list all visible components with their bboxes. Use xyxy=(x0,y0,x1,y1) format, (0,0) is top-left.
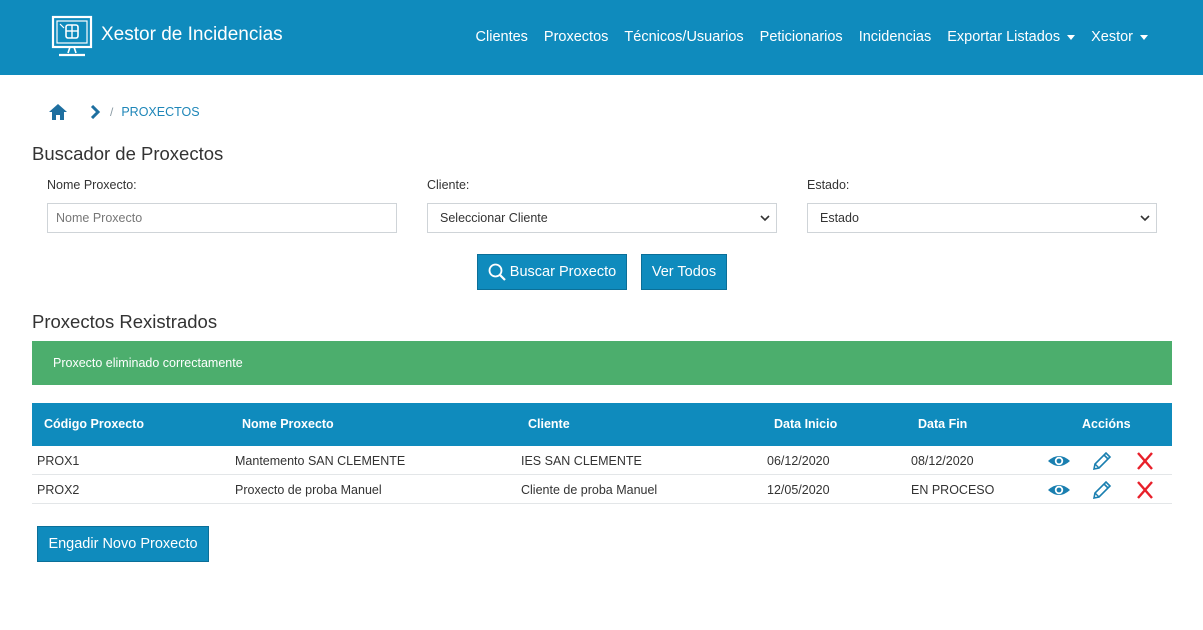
add-project-button[interactable]: Engadir Novo Proxecto xyxy=(37,526,209,562)
name-label: Nome Proxecto: xyxy=(47,178,137,192)
chevron-right-icon xyxy=(90,105,101,119)
pencil-icon[interactable] xyxy=(1090,451,1114,471)
cell-name: Proxecto de proba Manuel xyxy=(235,483,382,497)
column-header: Nome Proxecto xyxy=(242,417,334,431)
cell-start: 12/05/2020 xyxy=(767,483,830,497)
close-icon[interactable] xyxy=(1133,480,1157,500)
search-title: Buscador de Proxectos xyxy=(32,143,224,164)
chevron-down-icon xyxy=(760,215,770,222)
home-icon[interactable] xyxy=(48,103,68,121)
nav-item-clientes[interactable]: Clientes xyxy=(476,29,528,45)
projects-title: Proxectos Rexistrados xyxy=(32,311,218,332)
search-project-button[interactable]: Buscar Proxecto xyxy=(477,254,627,290)
monitor-logo-icon xyxy=(51,15,93,57)
client-label: Cliente: xyxy=(427,178,470,192)
projects-table: Código Proxecto Nome Proxecto Cliente Da… xyxy=(32,403,1172,504)
state-select[interactable]: Estado xyxy=(807,203,1157,233)
cell-client: Cliente de proba Manuel xyxy=(521,483,658,497)
cell-name: Mantemento SAN CLEMENTE xyxy=(235,454,406,468)
search-button-label: Buscar Proxecto xyxy=(509,264,617,280)
top-navbar: Xestor de Incidencias Clientes Proxectos… xyxy=(0,0,1203,75)
cell-start: 06/12/2020 xyxy=(767,454,830,468)
state-label: Estado: xyxy=(807,178,850,192)
table-row: PROX1 Mantemento SAN CLEMENTE IES SAN CL… xyxy=(32,446,1172,475)
cell-code: PROX2 xyxy=(37,483,80,497)
nav-dropdown-xestor[interactable]: Xestor xyxy=(1091,29,1148,45)
project-name-input[interactable] xyxy=(47,203,397,233)
state-select-value: Estado xyxy=(820,211,859,225)
view-all-button[interactable]: Ver Todos xyxy=(641,254,727,290)
table-row: PROX2 Proxecto de proba Manuel Cliente d… xyxy=(32,475,1172,504)
brand[interactable]: Xestor de Incidencias xyxy=(51,15,283,59)
caret-down-icon xyxy=(1140,34,1148,40)
column-header: Cliente xyxy=(528,417,570,431)
breadcrumb-separator: / xyxy=(110,105,114,119)
nav-item-proxectos[interactable]: Proxectos xyxy=(544,29,608,45)
app-title: Xestor de Incidencias xyxy=(101,23,283,45)
nav-dropdown-exportar-listados[interactable]: Exportar Listados xyxy=(947,29,1076,45)
breadcrumb: / PROXECTOS xyxy=(48,103,200,121)
table-header: Código Proxecto Nome Proxecto Cliente Da… xyxy=(32,403,1172,446)
breadcrumb-current: PROXECTOS xyxy=(121,105,200,119)
eye-icon[interactable] xyxy=(1047,480,1071,500)
eye-icon[interactable] xyxy=(1047,451,1071,471)
nav-item-incidencias[interactable]: Incidencias xyxy=(859,29,932,45)
chevron-down-icon xyxy=(1140,215,1150,222)
client-select-value: Seleccionar Cliente xyxy=(440,211,548,225)
column-header: Código Proxecto xyxy=(44,417,145,431)
nav-item-tecnicos-usuarios[interactable]: Técnicos/Usuarios xyxy=(624,29,743,45)
cell-end: EN PROCESO xyxy=(911,483,995,497)
column-header: Data Fin xyxy=(918,417,968,431)
cell-code: PROX1 xyxy=(37,454,80,468)
pencil-icon[interactable] xyxy=(1090,480,1114,500)
cell-client: IES SAN CLEMENTE xyxy=(521,454,642,468)
main-nav: Clientes Proxectos Técnicos/Usuarios Pet… xyxy=(460,29,1148,45)
nav-item-label: Xestor xyxy=(1091,29,1133,45)
nav-item-label: Exportar Listados xyxy=(947,29,1061,45)
close-icon[interactable] xyxy=(1133,451,1157,471)
column-header: Accións xyxy=(1082,417,1131,431)
caret-down-icon xyxy=(1067,34,1076,40)
client-select[interactable]: Seleccionar Cliente xyxy=(427,203,777,233)
cell-end: 08/12/2020 xyxy=(911,454,974,468)
success-alert: Proxecto eliminado correctamente xyxy=(32,341,1172,385)
column-header: Data Inicio xyxy=(774,417,838,431)
search-icon xyxy=(488,263,506,281)
nav-item-peticionarios[interactable]: Peticionarios xyxy=(760,29,843,45)
